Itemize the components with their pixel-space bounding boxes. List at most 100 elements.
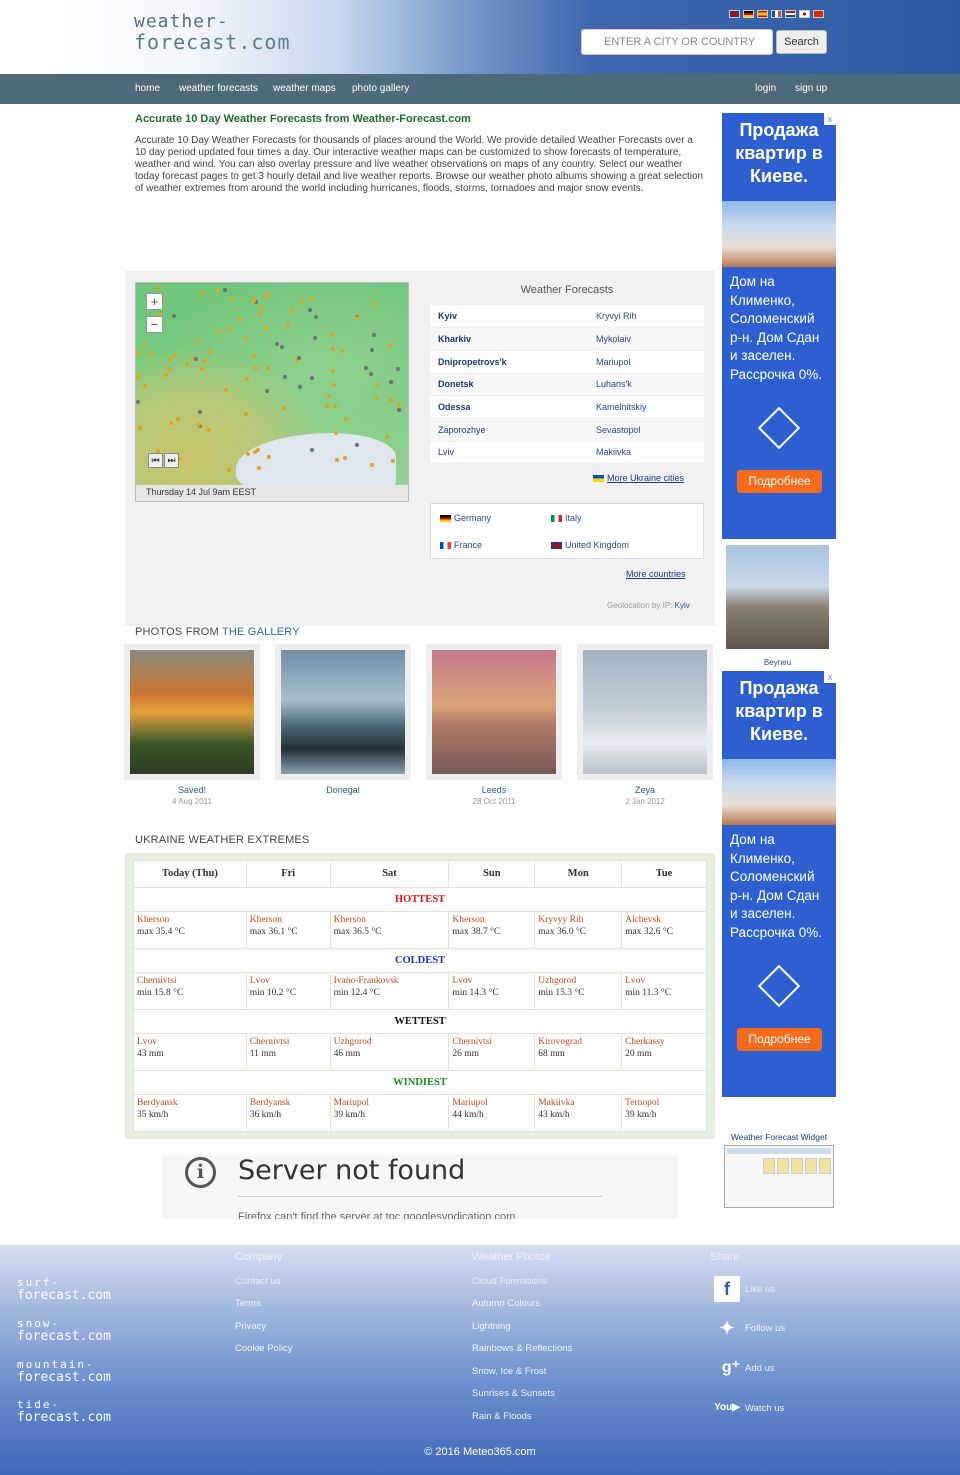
- flag-nl-icon[interactable]: [785, 10, 796, 18]
- gallery-link[interactable]: THE GALLERY: [222, 626, 300, 638]
- flag-en-icon[interactable]: [729, 10, 740, 18]
- footer-link[interactable]: Lightning: [472, 1321, 511, 1332]
- search-button[interactable]: Search: [776, 30, 827, 54]
- more-countries-link[interactable]: More countries: [626, 569, 686, 579]
- city-link[interactable]: Kamelnitskiy: [588, 395, 704, 419]
- extreme-location[interactable]: Lvov: [137, 1036, 243, 1048]
- share-label[interactable]: Watch us: [745, 1403, 784, 1414]
- extreme-location[interactable]: Mariupol: [452, 1097, 531, 1109]
- mountain-forecast-logo[interactable]: mountain-forecast.com: [17, 1358, 111, 1384]
- footer-link[interactable]: Privacy: [235, 1321, 266, 1332]
- sidebar-ad[interactable]: x Продажа квартир в Киеве. Дом на Климен…: [722, 113, 836, 539]
- youtube-icon[interactable]: You▶: [711, 1395, 743, 1421]
- nav-signup[interactable]: sign up: [795, 83, 827, 94]
- zoom-in-button[interactable]: +: [146, 293, 163, 310]
- city-link[interactable]: Luhans'k: [588, 373, 704, 397]
- extreme-location[interactable]: Berdyansk: [137, 1097, 243, 1109]
- geo-city-link[interactable]: Kyiv: [675, 601, 690, 610]
- footer-link[interactable]: Contact us: [235, 1276, 280, 1287]
- country-uk[interactable]: United Kingdom: [551, 540, 629, 550]
- twitter-icon[interactable]: ✦: [714, 1315, 740, 1341]
- extreme-location[interactable]: Kryvyy Rih: [538, 914, 618, 926]
- footer-link[interactable]: Cloud Formations: [472, 1276, 547, 1287]
- extreme-location[interactable]: Kherson: [250, 914, 327, 926]
- zoom-out-button[interactable]: −: [146, 316, 163, 333]
- city-link[interactable]: Makiivka: [588, 441, 704, 465]
- more-ukraine-cities-link[interactable]: More Ukraine cities: [593, 473, 684, 483]
- city-link[interactable]: Zaporozhye: [430, 418, 588, 442]
- city-link[interactable]: Sevastopol: [588, 418, 704, 442]
- photo-title[interactable]: Saved!: [124, 785, 260, 795]
- city-link[interactable]: Mykolaiv: [588, 327, 704, 351]
- extreme-location[interactable]: Ternopol: [625, 1097, 703, 1109]
- extreme-location[interactable]: Chernivtsi: [250, 1036, 327, 1048]
- ad-more-button[interactable]: Подробнее: [737, 1028, 822, 1051]
- extreme-location[interactable]: Lvov: [452, 975, 531, 987]
- gallery-photo[interactable]: [426, 644, 562, 780]
- flag-de-icon[interactable]: [743, 10, 754, 18]
- extreme-location[interactable]: Ivano-Frankovsk: [334, 975, 446, 987]
- snow-forecast-logo[interactable]: snow-forecast.com: [17, 1317, 111, 1343]
- extreme-location[interactable]: Kherson: [334, 914, 446, 926]
- footer-link[interactable]: Terms: [235, 1298, 261, 1309]
- nav-weather-forecasts[interactable]: weather forecasts: [179, 83, 258, 94]
- city-link[interactable]: Donetsk: [430, 373, 588, 397]
- city-link[interactable]: Lviv: [430, 441, 588, 465]
- extreme-location[interactable]: Makiivka: [538, 1097, 618, 1109]
- extreme-location[interactable]: Kherson: [137, 914, 243, 926]
- city-link[interactable]: Mariupol: [588, 350, 704, 374]
- gallery-photo[interactable]: [124, 644, 260, 780]
- google-plus-icon[interactable]: g⁺: [718, 1355, 744, 1381]
- extreme-location[interactable]: Lvov: [250, 975, 327, 987]
- gallery-photo[interactable]: [275, 644, 411, 780]
- sidebar-photo[interactable]: [726, 545, 829, 649]
- city-link[interactable]: Kryvyi Rih: [588, 305, 704, 329]
- nav-home[interactable]: home: [135, 83, 160, 94]
- search-input[interactable]: ENTER A CITY OR COUNTRY: [581, 29, 773, 55]
- extreme-location[interactable]: Chernivtsi: [452, 1036, 531, 1048]
- photo-title[interactable]: Zeya: [577, 785, 713, 795]
- map-rewind-icon[interactable]: ⏮: [148, 453, 163, 468]
- city-link[interactable]: Dnipropetrovs'k: [430, 350, 588, 374]
- flag-jp-icon[interactable]: [799, 10, 810, 18]
- map-step-forward-icon[interactable]: ⏭: [164, 453, 179, 468]
- extreme-location[interactable]: Kherson: [452, 914, 531, 926]
- nav-weather-maps[interactable]: weather maps: [273, 83, 336, 94]
- widget-title[interactable]: Weather Forecast Widget: [722, 1132, 836, 1142]
- weather-map[interactable]: + − ⏮ ⏭ Thursday 14 Jul 9am EEST: [135, 282, 409, 502]
- extreme-location[interactable]: Cherkassy: [625, 1036, 703, 1048]
- extreme-location[interactable]: Lvov: [625, 975, 703, 987]
- footer-link[interactable]: Cookie Policy: [235, 1343, 293, 1354]
- extreme-location[interactable]: Uzhgorod: [538, 975, 618, 987]
- share-label[interactable]: Add us: [745, 1363, 775, 1374]
- sidebar-photo-caption[interactable]: Beyneu: [726, 658, 829, 667]
- footer-link[interactable]: Rainbows & Reflections: [472, 1343, 572, 1354]
- photo-title[interactable]: Leeds: [426, 785, 562, 795]
- share-label[interactable]: Like us: [745, 1284, 775, 1295]
- country-germany[interactable]: Germany: [440, 513, 491, 523]
- surf-forecast-logo[interactable]: surf-forecast.com: [17, 1276, 111, 1302]
- share-label[interactable]: Follow us: [745, 1323, 785, 1334]
- extreme-location[interactable]: Uzhgorod: [334, 1036, 446, 1048]
- footer-link[interactable]: Rain & Floods: [472, 1411, 532, 1422]
- photo-title[interactable]: Donegal: [275, 785, 411, 795]
- ad-more-button[interactable]: Подробнее: [737, 470, 822, 493]
- extreme-location[interactable]: Alchevsk: [625, 914, 703, 926]
- country-italy[interactable]: Italy: [551, 513, 582, 523]
- flag-fr-icon[interactable]: [771, 10, 782, 18]
- widget-preview[interactable]: [724, 1145, 834, 1208]
- sidebar-ad[interactable]: x Продажа квартир в Киеве. Дом на Климен…: [722, 671, 836, 1097]
- city-link[interactable]: Odessa: [430, 395, 588, 419]
- site-logo[interactable]: weather- forecast.com: [134, 12, 291, 53]
- footer-link[interactable]: Sunrises & Sunsets: [472, 1388, 555, 1399]
- footer-link[interactable]: Autumn Colours: [472, 1298, 540, 1309]
- facebook-icon[interactable]: f: [714, 1276, 740, 1302]
- nav-login[interactable]: login: [755, 83, 776, 94]
- flag-es-icon[interactable]: [757, 10, 768, 18]
- extreme-location[interactable]: Berdyansk: [250, 1097, 327, 1109]
- tide-forecast-logo[interactable]: tide-forecast.com: [17, 1398, 111, 1424]
- footer-link[interactable]: Snow, Ice & Frost: [472, 1366, 546, 1377]
- gallery-photo[interactable]: [577, 644, 713, 780]
- extreme-location[interactable]: Mariupol: [334, 1097, 446, 1109]
- extreme-location[interactable]: Kirovograd: [538, 1036, 618, 1048]
